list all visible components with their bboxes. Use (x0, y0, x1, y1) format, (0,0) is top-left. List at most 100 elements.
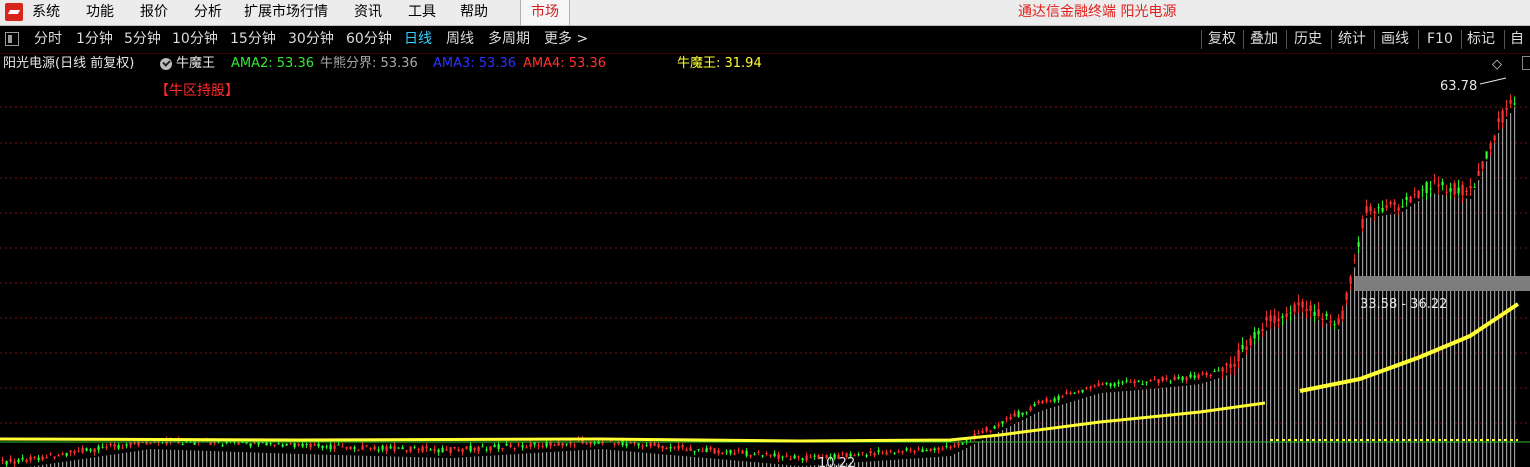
candle-body (1229, 363, 1232, 368)
menu-quote[interactable]: 报价 (140, 0, 168, 25)
candle-body (1185, 377, 1188, 381)
volume-bar (1242, 358, 1244, 467)
period-5min[interactable]: 5分钟 (124, 26, 161, 53)
menu-market[interactable]: 市场 (520, 0, 570, 25)
candle-body (953, 445, 956, 447)
kline-chart[interactable]: 63.78 33.58 - 36.22 10.22 (0, 74, 1530, 467)
tool-f10[interactable]: F10 (1427, 26, 1453, 53)
diamond-icon[interactable]: ◇ (1492, 57, 1502, 72)
toolbar-divider (1201, 30, 1202, 49)
tool-overlay[interactable]: 叠加 (1250, 26, 1278, 53)
candle-body (1449, 187, 1452, 192)
volume-bar (74, 460, 76, 467)
volume-bar (646, 452, 648, 467)
period-10min[interactable]: 10分钟 (172, 26, 218, 53)
menu-extended-market[interactable]: 扩展市场行情 (244, 0, 328, 25)
menu-bar: 系统 功能 报价 分析 扩展市场行情 资讯 工具 帮助 市场 通达信金融终端 阳… (0, 0, 1530, 26)
period-weekly[interactable]: 周线 (446, 26, 474, 53)
volume-bar (938, 456, 940, 467)
indicator-name[interactable]: 牛魔王 (176, 54, 215, 74)
menu-news[interactable]: 资讯 (354, 0, 382, 25)
toolbar-divider (1418, 30, 1419, 49)
period-more[interactable]: 更多 > (544, 26, 588, 53)
volume-bar (142, 450, 144, 467)
volume-bar (434, 457, 436, 467)
candle-body (901, 451, 904, 453)
volume-bar (158, 449, 160, 467)
candle-body (937, 447, 940, 451)
candle-body (297, 444, 300, 446)
volume-bar (902, 459, 904, 467)
volume-bar (898, 459, 900, 467)
candle-body (1297, 302, 1300, 306)
candle-body (17, 459, 20, 463)
candle-body (625, 443, 628, 446)
candle-body (957, 443, 960, 446)
volume-bar (1150, 389, 1152, 467)
volume-bar (1294, 314, 1296, 467)
volume-bar (1454, 196, 1456, 467)
panel-toggle-icon[interactable] (5, 32, 19, 46)
candle-body (561, 442, 564, 446)
candle-body (281, 444, 284, 447)
volume-bar (626, 451, 628, 467)
side-panel-toggle-icon[interactable] (1522, 56, 1530, 70)
volume-bar (662, 454, 664, 467)
tool-statistics[interactable]: 统计 (1338, 26, 1366, 53)
candle-body (1401, 206, 1404, 208)
candle-body (1261, 328, 1264, 332)
period-daily[interactable]: 日线 (404, 26, 432, 53)
menu-system[interactable]: 系统 (32, 0, 60, 25)
volume-bar (198, 450, 200, 467)
volume-bar (1450, 196, 1452, 467)
tool-restore-rights[interactable]: 复权 (1208, 26, 1236, 53)
volume-bar (602, 449, 604, 467)
candle-body (81, 447, 84, 453)
menu-tools[interactable]: 工具 (408, 0, 436, 25)
candle-body (393, 445, 396, 451)
candle-body (1289, 312, 1292, 314)
period-multi[interactable]: 多周期 (488, 26, 530, 53)
volume-bar (342, 455, 344, 467)
toolbar-divider (1243, 30, 1244, 49)
period-intraday[interactable]: 分时 (34, 26, 62, 53)
volume-bar (914, 458, 916, 467)
volume-bar (1102, 392, 1104, 467)
indicator-toggle-icon[interactable] (160, 58, 172, 70)
volume-bar (1170, 387, 1172, 467)
menu-help[interactable]: 帮助 (460, 0, 488, 25)
volume-bar (578, 450, 580, 467)
volume-bar (606, 449, 608, 467)
volume-bar (438, 457, 440, 467)
candle-body (1241, 344, 1244, 350)
volume-bar (202, 450, 204, 467)
menu-analysis[interactable]: 分析 (194, 0, 222, 25)
period-15min[interactable]: 15分钟 (230, 26, 276, 53)
candle-body (897, 451, 900, 453)
menu-function[interactable]: 功能 (86, 0, 114, 25)
volume-bar (678, 455, 680, 467)
volume-bar (990, 436, 992, 467)
volume-bar (1154, 388, 1156, 467)
period-60min[interactable]: 60分钟 (346, 26, 392, 53)
volume-bar (730, 460, 732, 467)
volume-bar (1382, 215, 1384, 467)
candle-body (573, 444, 576, 446)
volume-bar (694, 456, 696, 467)
period-30min[interactable]: 30分钟 (288, 26, 334, 53)
volume-bar (954, 454, 956, 467)
volume-bar (1490, 151, 1492, 467)
tool-custom[interactable]: 自 (1510, 26, 1524, 53)
period-1min[interactable]: 1分钟 (76, 26, 113, 53)
app-logo-icon[interactable] (5, 3, 23, 21)
tool-drawing[interactable]: 画线 (1381, 26, 1409, 53)
tool-mark[interactable]: 标记 (1467, 26, 1495, 53)
candle-body (1177, 377, 1180, 379)
candle-body (569, 442, 572, 445)
volume-bar (1202, 383, 1204, 467)
volume-bar (186, 450, 188, 467)
tool-history[interactable]: 历史 (1294, 26, 1322, 53)
volume-bar (698, 457, 700, 467)
volume-bar (502, 454, 504, 467)
candle-body (285, 443, 288, 446)
